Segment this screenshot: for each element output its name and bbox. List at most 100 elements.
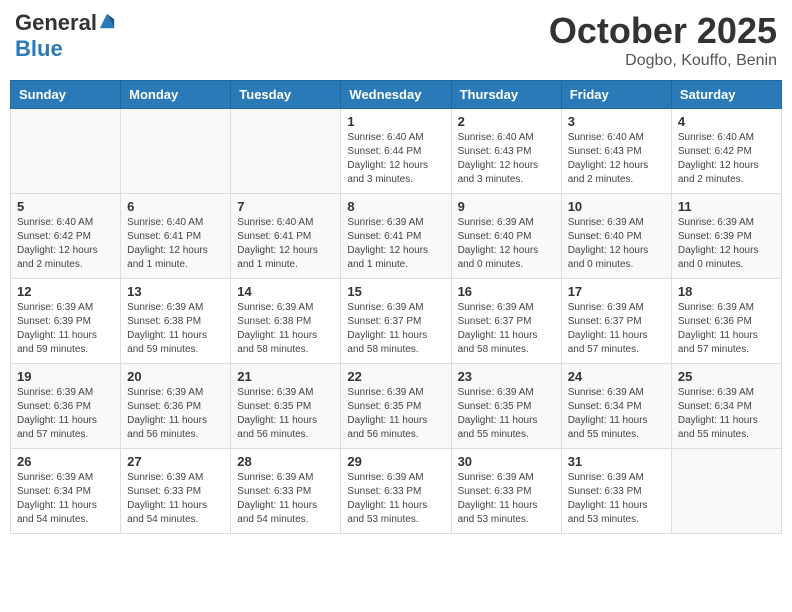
day-info: Sunrise: 6:40 AM Sunset: 6:43 PM Dayligh…	[568, 131, 665, 187]
day-cell	[671, 449, 781, 534]
day-info: Sunrise: 6:39 AM Sunset: 6:35 PM Dayligh…	[237, 386, 334, 442]
day-cell: 1Sunrise: 6:40 AM Sunset: 6:44 PM Daylig…	[341, 109, 451, 194]
day-info: Sunrise: 6:39 AM Sunset: 6:33 PM Dayligh…	[568, 471, 665, 527]
day-number: 5	[17, 199, 114, 214]
day-number: 13	[127, 284, 224, 299]
day-cell: 25Sunrise: 6:39 AM Sunset: 6:34 PM Dayli…	[671, 364, 781, 449]
day-number: 17	[568, 284, 665, 299]
day-number: 21	[237, 369, 334, 384]
day-cell: 5 Sunrise: 6:40 AM Sunset: 6:42 PM Daylig…	[11, 194, 121, 279]
logo-icon	[98, 12, 116, 30]
day-cell	[121, 109, 231, 194]
week-row-0: 1Sunrise: 6:40 AM Sunset: 6:44 PM Daylig…	[11, 109, 782, 194]
day-cell: 16 Sunrise: 6:39 AM Sunset: 6:37 PM Dayli…	[451, 279, 561, 364]
day-cell: 20 Sunrise: 6:39 AM Sunset: 6:36 PM Dayli…	[121, 364, 231, 449]
logo-blue: Blue	[15, 36, 63, 61]
day-number: 4	[678, 114, 775, 129]
day-number: 12	[17, 284, 114, 299]
day-info: Sunrise: 6:39 AM Sunset: 6:40 PM Dayligh…	[568, 216, 665, 272]
day-cell: 31 Sunrise: 6:39 AM Sunset: 6:33 PM Dayli…	[561, 449, 671, 534]
day-cell: 9Sunrise: 6:39 AM Sunset: 6:40 PM Daylig…	[451, 194, 561, 279]
day-cell: 12 Sunrise: 6:39 AM Sunset: 6:39 PM Dayli…	[11, 279, 121, 364]
day-info: Sunrise: 6:39 AM Sunset: 6:34 PM Dayligh…	[678, 386, 775, 442]
day-info: Sunrise: 6:39 AM Sunset: 6:41 PM Dayligh…	[347, 216, 444, 272]
calendar-subtitle: Dogbo, Kouffo, Benin	[549, 52, 777, 70]
day-cell: 30Sunrise: 6:39 AM Sunset: 6:33 PM Dayli…	[451, 449, 561, 534]
day-cell: 29 Sunrise: 6:39 AM Sunset: 6:33 PM Dayli…	[341, 449, 451, 534]
day-cell: 21 Sunrise: 6:39 AM Sunset: 6:35 PM Dayli…	[231, 364, 341, 449]
day-number: 18	[678, 284, 775, 299]
day-info: Sunrise: 6:39 AM Sunset: 6:33 PM Dayligh…	[237, 471, 334, 527]
day-cell: 26 Sunrise: 6:39 AM Sunset: 6:34 PM Dayli…	[11, 449, 121, 534]
day-number: 20	[127, 369, 224, 384]
day-number: 26	[17, 454, 114, 469]
day-number: 2	[458, 114, 555, 129]
calendar-title: October 2025	[549, 10, 777, 52]
day-number: 16	[458, 284, 555, 299]
day-info: Sunrise: 6:39 AM Sunset: 6:37 PM Dayligh…	[347, 301, 444, 357]
day-number: 8	[347, 199, 444, 214]
day-number: 28	[237, 454, 334, 469]
day-cell: 10 Sunrise: 6:39 AM Sunset: 6:40 PM Dayli…	[561, 194, 671, 279]
day-cell: 19Sunrise: 6:39 AM Sunset: 6:36 PM Dayli…	[11, 364, 121, 449]
day-number: 6	[127, 199, 224, 214]
day-info: Sunrise: 6:40 AM Sunset: 6:44 PM Dayligh…	[347, 131, 444, 187]
header-friday: Friday	[561, 81, 671, 109]
header-monday: Monday	[121, 81, 231, 109]
week-row-4: 26 Sunrise: 6:39 AM Sunset: 6:34 PM Dayli…	[11, 449, 782, 534]
day-number: 11	[678, 199, 775, 214]
day-cell: 22 Sunrise: 6:39 AM Sunset: 6:35 PM Dayli…	[341, 364, 451, 449]
day-number: 29	[347, 454, 444, 469]
day-info: Sunrise: 6:39 AM Sunset: 6:33 PM Dayligh…	[127, 471, 224, 527]
logo: General Blue	[15, 10, 116, 62]
day-info: Sunrise: 6:40 AM Sunset: 6:42 PM Dayligh…	[17, 216, 114, 272]
header-thursday: Thursday	[451, 81, 561, 109]
day-cell: 28 Sunrise: 6:39 AM Sunset: 6:33 PM Dayli…	[231, 449, 341, 534]
day-cell: 2 Sunrise: 6:40 AM Sunset: 6:43 PM Daylig…	[451, 109, 561, 194]
day-cell: 15Sunrise: 6:39 AM Sunset: 6:37 PM Dayli…	[341, 279, 451, 364]
day-cell: 6Sunrise: 6:40 AM Sunset: 6:41 PM Daylig…	[121, 194, 231, 279]
page-header: General Blue October 2025 Dogbo, Kouffo,…	[10, 10, 782, 70]
day-info: Sunrise: 6:40 AM Sunset: 6:42 PM Dayligh…	[678, 131, 775, 187]
header-row: SundayMondayTuesdayWednesdayThursdayFrid…	[11, 81, 782, 109]
day-info: Sunrise: 6:39 AM Sunset: 6:33 PM Dayligh…	[458, 471, 555, 527]
day-number: 14	[237, 284, 334, 299]
day-info: Sunrise: 6:39 AM Sunset: 6:35 PM Dayligh…	[347, 386, 444, 442]
day-cell: 27Sunrise: 6:39 AM Sunset: 6:33 PM Dayli…	[121, 449, 231, 534]
day-cell: 3 Sunrise: 6:40 AM Sunset: 6:43 PM Daylig…	[561, 109, 671, 194]
day-number: 3	[568, 114, 665, 129]
day-info: Sunrise: 6:40 AM Sunset: 6:43 PM Dayligh…	[458, 131, 555, 187]
day-info: Sunrise: 6:39 AM Sunset: 6:34 PM Dayligh…	[568, 386, 665, 442]
header-tuesday: Tuesday	[231, 81, 341, 109]
header-wednesday: Wednesday	[341, 81, 451, 109]
day-info: Sunrise: 6:39 AM Sunset: 6:39 PM Dayligh…	[17, 301, 114, 357]
day-number: 23	[458, 369, 555, 384]
day-number: 24	[568, 369, 665, 384]
day-cell: 4 Sunrise: 6:40 AM Sunset: 6:42 PM Daylig…	[671, 109, 781, 194]
week-row-1: 5 Sunrise: 6:40 AM Sunset: 6:42 PM Daylig…	[11, 194, 782, 279]
day-number: 22	[347, 369, 444, 384]
day-info: Sunrise: 6:39 AM Sunset: 6:37 PM Dayligh…	[458, 301, 555, 357]
day-info: Sunrise: 6:39 AM Sunset: 6:34 PM Dayligh…	[17, 471, 114, 527]
day-cell: 17 Sunrise: 6:39 AM Sunset: 6:37 PM Dayli…	[561, 279, 671, 364]
day-cell: 14Sunrise: 6:39 AM Sunset: 6:38 PM Dayli…	[231, 279, 341, 364]
day-number: 9	[458, 199, 555, 214]
day-number: 10	[568, 199, 665, 214]
calendar-table: SundayMondayTuesdayWednesdayThursdayFrid…	[10, 80, 782, 534]
day-info: Sunrise: 6:39 AM Sunset: 6:39 PM Dayligh…	[678, 216, 775, 272]
day-number: 19	[17, 369, 114, 384]
header-saturday: Saturday	[671, 81, 781, 109]
day-info: Sunrise: 6:39 AM Sunset: 6:36 PM Dayligh…	[127, 386, 224, 442]
day-number: 7	[237, 199, 334, 214]
day-cell: 24 Sunrise: 6:39 AM Sunset: 6:34 PM Dayli…	[561, 364, 671, 449]
day-info: Sunrise: 6:39 AM Sunset: 6:38 PM Dayligh…	[127, 301, 224, 357]
day-cell: 7Sunrise: 6:40 AM Sunset: 6:41 PM Daylig…	[231, 194, 341, 279]
day-cell	[11, 109, 121, 194]
day-cell: 11 Sunrise: 6:39 AM Sunset: 6:39 PM Dayli…	[671, 194, 781, 279]
day-info: Sunrise: 6:39 AM Sunset: 6:33 PM Dayligh…	[347, 471, 444, 527]
day-cell: 8 Sunrise: 6:39 AM Sunset: 6:41 PM Daylig…	[341, 194, 451, 279]
day-info: Sunrise: 6:39 AM Sunset: 6:36 PM Dayligh…	[678, 301, 775, 357]
day-number: 31	[568, 454, 665, 469]
title-block: October 2025 Dogbo, Kouffo, Benin	[549, 10, 777, 70]
day-info: Sunrise: 6:39 AM Sunset: 6:37 PM Dayligh…	[568, 301, 665, 357]
